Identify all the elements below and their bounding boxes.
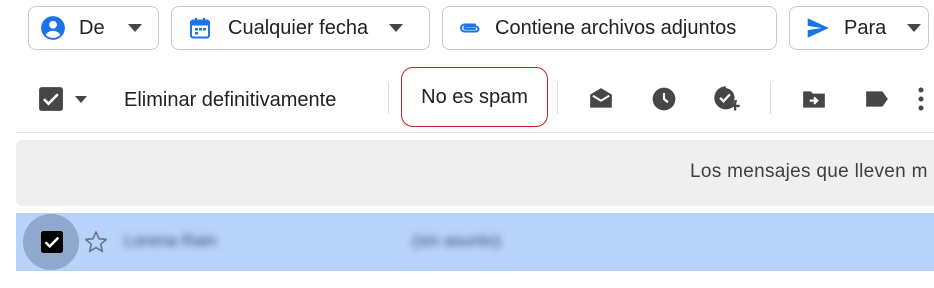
- checkbox-checked-icon: [39, 87, 63, 111]
- more-options-icon[interactable]: [918, 84, 934, 114]
- from-filter-label: De: [79, 16, 105, 39]
- select-options-dropdown[interactable]: [72, 91, 90, 107]
- date-filter-label: Cualquier fecha: [228, 16, 369, 39]
- row-select-checkbox[interactable]: [40, 230, 64, 254]
- attachments-filter-label: Contiene archivos adjuntos: [495, 16, 737, 39]
- send-icon: [804, 14, 832, 42]
- add-to-tasks-icon[interactable]: [712, 84, 742, 114]
- paperclip-icon: [455, 14, 483, 42]
- delete-forever-button[interactable]: Eliminar definitivamente: [124, 80, 336, 120]
- message-subject: (sin asunto): [412, 231, 501, 250]
- calendar-icon: [186, 14, 214, 42]
- spam-info-banner: Los mensajes que lleven m: [16, 140, 934, 206]
- filter-chips-bar: De Cualquier fecha Contiene archivos adj…: [0, 0, 934, 60]
- account-circle-icon: [39, 14, 67, 42]
- toolbar-bottom-divider: [16, 132, 934, 133]
- table-row[interactable]: Lorena Rain (sin asunto): [16, 213, 934, 271]
- chevron-down-icon: [904, 18, 924, 38]
- action-toolbar: Eliminar definitivamente No es spam: [0, 62, 934, 132]
- star-icon[interactable]: [83, 229, 109, 255]
- to-filter-label: Para: [844, 16, 887, 39]
- mark-as-read-icon[interactable]: [586, 84, 616, 114]
- banner-text: Los mensajes que lleven m: [690, 161, 928, 182]
- toolbar-divider: [770, 82, 771, 114]
- toolbar-divider: [388, 82, 389, 114]
- to-filter-chip[interactable]: Para: [789, 6, 929, 50]
- label-icon[interactable]: [862, 84, 892, 114]
- not-spam-button[interactable]: No es spam: [401, 67, 548, 127]
- select-all-checkbox[interactable]: [38, 86, 64, 112]
- chevron-down-icon: [75, 95, 87, 103]
- checkbox-checked-icon: [41, 231, 63, 253]
- from-filter-chip[interactable]: De: [28, 6, 159, 50]
- snooze-icon[interactable]: [649, 84, 679, 114]
- chevron-down-icon: [125, 18, 145, 38]
- move-to-icon[interactable]: [799, 84, 829, 114]
- message-sender: Lorena Rain: [124, 231, 217, 250]
- toolbar-divider: [557, 82, 558, 114]
- chevron-down-icon: [386, 18, 406, 38]
- attachments-filter-chip[interactable]: Contiene archivos adjuntos: [442, 6, 777, 50]
- date-filter-chip[interactable]: Cualquier fecha: [171, 6, 430, 50]
